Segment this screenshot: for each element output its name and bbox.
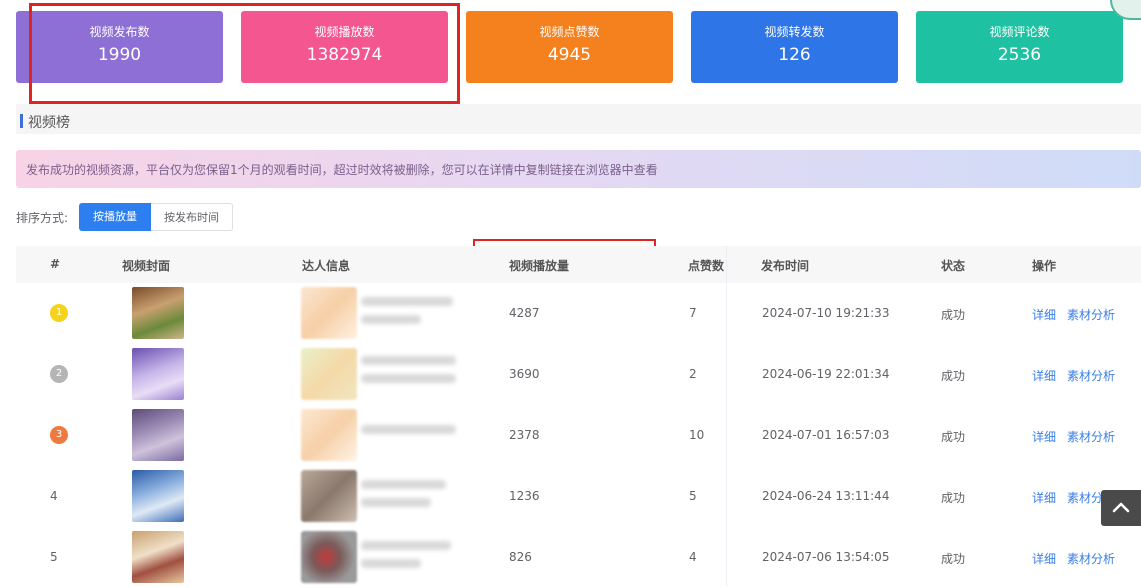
notice-banner: 发布成功的视频资源，平台仅为您保留1个月的观看时间，超过时效将被删除，您可以在详…	[16, 150, 1141, 188]
play-count: 2378	[509, 428, 540, 442]
status-text: 成功	[941, 430, 966, 444]
table-row: 2 3690 2 2024-06-19 22:01:34 成功 详细 素材分析	[16, 344, 1141, 406]
stat-card-video-likes: 视频点赞数 4945	[466, 11, 673, 83]
rank-badge: 3	[50, 426, 68, 444]
material-analysis-link[interactable]: 素材分析	[1067, 550, 1115, 567]
stat-card-video-shares: 视频转发数 126	[691, 11, 898, 83]
creator-name-redacted	[361, 425, 456, 434]
video-cover-thumbnail[interactable]	[132, 470, 184, 522]
material-analysis-link[interactable]: 素材分析	[1067, 367, 1115, 384]
sort-by-time-button[interactable]: 按发布时间	[151, 203, 233, 231]
status-text: 成功	[941, 552, 966, 566]
play-count: 1236	[509, 489, 540, 503]
column-header-cover: 视频封面	[122, 259, 171, 273]
publish-time: 2024-07-10 19:21:33	[762, 306, 890, 320]
stat-label: 视频转发数	[764, 25, 825, 39]
section-accent-bar	[20, 114, 23, 128]
publish-time: 2024-06-19 22:01:34	[762, 367, 890, 381]
column-header-status: 状态	[941, 259, 966, 273]
back-to-top-button[interactable]	[1101, 490, 1141, 526]
column-header-publish-time: 发布时间	[761, 259, 810, 273]
stat-label: 视频评论数	[989, 25, 1050, 39]
table-header: # 视频封面 达人信息 视频播放量 点赞数 发布时间 状态 操作	[16, 246, 1141, 285]
creator-name-redacted	[361, 541, 451, 550]
rank-number: 5	[50, 550, 58, 564]
like-count: 2	[689, 367, 697, 381]
like-count: 5	[689, 489, 697, 503]
rank-badge: 2	[50, 365, 68, 383]
stat-value: 126	[778, 45, 811, 65]
creator-avatar	[301, 470, 357, 522]
creator-id-redacted	[361, 315, 421, 324]
creator-name-redacted	[361, 356, 456, 365]
column-header-rank: #	[50, 257, 61, 271]
detail-link[interactable]: 详细	[1032, 306, 1056, 323]
column-header-likes: 点赞数	[688, 259, 725, 273]
section-title: 视频榜	[28, 115, 70, 131]
status-text: 成功	[941, 369, 966, 383]
play-count: 4287	[509, 306, 540, 320]
sort-label: 排序方式:	[16, 211, 69, 225]
video-cover-thumbnail[interactable]	[132, 531, 184, 583]
detail-link[interactable]: 详细	[1032, 550, 1056, 567]
table-row: 3 2378 10 2024-07-01 16:57:03 成功 详细 素材分析	[16, 405, 1141, 467]
creator-avatar	[301, 287, 357, 339]
notice-text: 发布成功的视频资源，平台仅为您保留1个月的观看时间，超过时效将被删除，您可以在详…	[26, 163, 658, 177]
detail-link[interactable]: 详细	[1032, 367, 1056, 384]
stat-value: 2536	[997, 45, 1042, 65]
rank-number: 4	[50, 489, 58, 503]
video-cover-thumbnail[interactable]	[132, 348, 184, 400]
publish-time: 2024-07-01 16:57:03	[762, 428, 890, 442]
column-header-actions: 操作	[1032, 259, 1057, 273]
table-row: 4 1236 5 2024-06-24 13:11:44 成功 详细 素材分析	[16, 466, 1141, 528]
creator-name-redacted	[361, 297, 453, 306]
stat-card-video-comments: 视频评论数 2536	[916, 11, 1123, 83]
column-divider	[726, 246, 727, 586]
like-count: 10	[689, 428, 705, 442]
detail-link[interactable]: 详细	[1032, 489, 1056, 506]
creator-avatar	[301, 348, 357, 400]
play-count: 3690	[509, 367, 540, 381]
like-count: 4	[689, 550, 697, 564]
play-count: 826	[509, 550, 532, 564]
chevron-up-icon	[1112, 502, 1130, 513]
column-header-plays: 视频播放量	[509, 259, 570, 273]
creator-name-redacted	[361, 480, 446, 489]
detail-link[interactable]: 详细	[1032, 428, 1056, 445]
status-text: 成功	[941, 308, 966, 322]
stat-value: 4945	[547, 45, 592, 65]
rank-badge: 1	[50, 304, 68, 322]
material-analysis-link[interactable]: 素材分析	[1067, 306, 1115, 323]
sort-by-plays-button[interactable]: 按播放量	[79, 203, 151, 231]
creator-avatar	[301, 409, 357, 461]
highlight-box-stats	[29, 3, 460, 104]
like-count: 7	[689, 306, 697, 320]
creator-avatar	[301, 531, 357, 583]
status-text: 成功	[941, 491, 966, 505]
video-cover-thumbnail[interactable]	[132, 409, 184, 461]
creator-id-redacted	[361, 559, 421, 568]
creator-id-redacted	[361, 498, 431, 507]
publish-time: 2024-07-06 13:54:05	[762, 550, 890, 564]
table-row: 1 4287 7 2024-07-10 19:21:33 成功 详细 素材分析	[16, 283, 1141, 345]
section-header: 视频榜	[16, 104, 1141, 134]
publish-time: 2024-06-24 13:11:44	[762, 489, 890, 503]
material-analysis-link[interactable]: 素材分析	[1067, 428, 1115, 445]
video-cover-thumbnail[interactable]	[132, 287, 184, 339]
column-header-creator: 达人信息	[302, 259, 351, 273]
stat-label: 视频点赞数	[539, 25, 600, 39]
creator-id-redacted	[361, 374, 456, 383]
table-row: 5 826 4 2024-07-06 13:54:05 成功 详细 素材分析	[16, 527, 1141, 588]
